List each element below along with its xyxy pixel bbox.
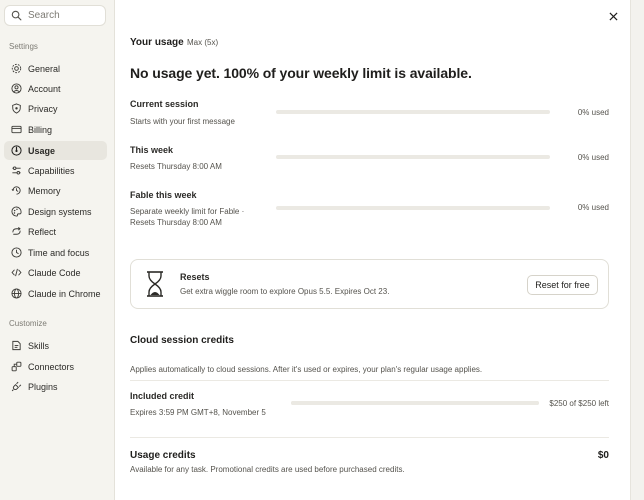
usage-credits-description: Available for any task. Promotional cred… [130, 465, 405, 474]
fable-week-subtitle: Separate weekly limit for Fable · Resets… [130, 207, 245, 227]
included-credit-expiry: Expires 3:59 PM GMT+8, November 5 [130, 408, 266, 417]
this-week-subtitle: Resets Thursday 8:00 AM [130, 162, 222, 171]
fable-week-title: Fable this week [130, 190, 197, 200]
search-icon [11, 10, 22, 21]
sidebar-item-usage[interactable]: Usage [4, 141, 107, 160]
sliders-icon [9, 164, 23, 178]
reflect-icon [9, 225, 23, 239]
code-icon [9, 266, 23, 280]
hourglass-icon [147, 271, 163, 297]
fable-week-percent: 0% used [577, 203, 609, 212]
section-divider [130, 380, 609, 381]
included-credit-title: Included credit [130, 391, 195, 401]
sidebar-item-general[interactable]: General [4, 59, 107, 78]
close-button[interactable] [606, 9, 620, 23]
section-divider-2 [130, 437, 609, 438]
current-session-subtitle: Starts with your first message [130, 117, 235, 126]
sidebar-item-reflect[interactable]: Reflect [4, 222, 107, 241]
sidebar-item-account[interactable]: Account [4, 79, 107, 98]
palette-icon [9, 205, 23, 219]
fable-week-progress-bar [276, 206, 550, 210]
reset-for-free-button[interactable]: Reset for free [527, 275, 598, 295]
cloud-credits-description: Applies automatically to cloud sessions.… [130, 365, 483, 374]
cloud-credits-title: Cloud session credits [130, 335, 234, 346]
sidebar-item-capabilities[interactable]: Capabilities [4, 161, 107, 180]
connectors-icon [9, 360, 23, 374]
clock-icon [9, 246, 23, 260]
included-credit-amount: $250 of $250 left [549, 399, 609, 408]
globe-icon [9, 287, 23, 301]
current-session-percent: 0% used [577, 108, 609, 117]
plan-label: Max (5x) [187, 38, 219, 47]
usage-credits-title: Usage credits [130, 450, 196, 461]
included-credit-progress-bar [291, 401, 539, 405]
search-input[interactable]: Search [4, 5, 106, 26]
memory-icon [9, 184, 23, 198]
settings-sidebar: Search Settings General Account Privacy … [0, 0, 115, 500]
search-placeholder: Search [28, 10, 60, 21]
sidebar-item-time-and-focus[interactable]: Time and focus [4, 243, 107, 262]
sidebar-item-memory[interactable]: Memory [4, 181, 107, 200]
this-week-percent: 0% used [577, 153, 609, 162]
plug-icon [9, 380, 23, 394]
gear-icon [9, 62, 23, 76]
resets-title: Resets [180, 272, 210, 282]
sidebar-item-billing[interactable]: Billing [4, 120, 107, 139]
sidebar-item-skills[interactable]: Skills [4, 336, 107, 355]
this-week-progress-bar [276, 155, 550, 159]
page-title: Your usage [130, 37, 184, 48]
current-session-title: Current session [130, 99, 199, 109]
scrollbar[interactable] [630, 0, 644, 500]
included-credit-progress-fill [291, 401, 539, 405]
sidebar-item-connectors[interactable]: Connectors [4, 357, 107, 376]
sidebar-item-claude-in-chrome[interactable]: Claude in Chrome [4, 284, 107, 303]
settings-section-label: Settings [9, 42, 38, 51]
current-session-progress-bar [276, 110, 550, 114]
usage-credits-amount: $0 [597, 450, 609, 461]
this-week-title: This week [130, 145, 174, 155]
sidebar-item-plugins[interactable]: Plugins [4, 377, 107, 396]
sidebar-item-design-systems[interactable]: Design systems [4, 202, 107, 221]
resets-description: Get extra wiggle room to explore Opus 5.… [180, 287, 390, 296]
sidebar-item-claude-code[interactable]: Claude Code [4, 263, 107, 282]
customize-section-label: Customize [9, 319, 47, 328]
credit-card-icon [9, 123, 23, 137]
gauge-icon [9, 144, 23, 158]
shield-icon [9, 102, 23, 116]
sidebar-item-privacy[interactable]: Privacy [4, 99, 107, 118]
usage-headline: No usage yet. 100% of your weekly limit … [130, 65, 472, 81]
close-icon [608, 11, 618, 21]
user-circle-icon [9, 82, 23, 96]
skills-icon [9, 339, 23, 353]
